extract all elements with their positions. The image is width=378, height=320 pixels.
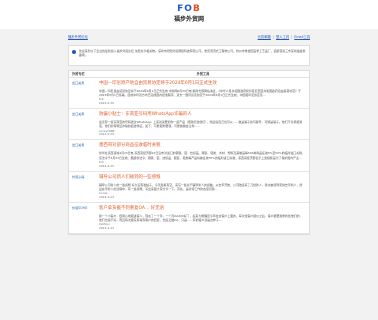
post-date: 2024-4-30 — [99, 101, 114, 106]
post-body: 辅导公司新人们碰到的一些感慨 辅导公司新人的一些感慨 好久没有发帖子，今天趁着有… — [97, 172, 309, 202]
table-row: 外贸心得 辅导公司新人们碰到的一些感慨 辅导公司新人的一些感慨 好久没有发帖子，… — [69, 172, 309, 203]
post-body: 中国—印尼原产地自由贸易协定将于2024年6月1日正式生效 中国—印尼自由贸易协… — [97, 78, 309, 108]
site-header: FOB 福步外贸网 — [0, 0, 378, 29]
email-tool-link[interactable]: Email工具 — [294, 35, 310, 39]
post-title[interactable]: 中国—印尼原产地自由贸易协定将于2024年6月1日正式生效 — [99, 81, 305, 87]
mailbox-link[interactable]: 元初邮箱 — [258, 35, 271, 39]
posts-table: 外贸专栏 外贸工具 出口关务 中国—印尼原产地自由贸易协定将于2024年6月1日… — [68, 70, 310, 235]
table-row: 外贸SOHO 客户拿货截不到重复OA… 好无语 我一个小客户，很用心地跟进客人，… — [69, 203, 309, 234]
login-tool-link[interactable]: 登入工具 — [276, 35, 289, 39]
post-body: 墨西哥对部分商品征收临时关税 新华社墨西哥城4月23日电 墨西哥经济部22日宣布… — [97, 140, 309, 170]
post-date: 2024-4-24 — [99, 194, 114, 199]
table-header: 外贸专栏 外贸工具 — [69, 71, 309, 78]
post-summary: 中国—印尼自由贸易协定将于2024年6月1日正式生效 中新网6月29日电 据商务… — [99, 88, 301, 98]
post-summary: 最近有一些东南亚的号码通过WhatsApp, 上来就说要和你一起产品（把钱打给他… — [99, 120, 303, 129]
tool-links: 元初邮箱 | 登入工具 | Email工具 — [257, 35, 310, 40]
post-date: 2024-4-23 — [99, 226, 114, 231]
post-category[interactable]: 出口关务 — [69, 109, 97, 139]
post-date: 2024-5-29 — [99, 132, 114, 137]
site-title: 福步外贸网 — [173, 15, 204, 23]
info-icon — [72, 50, 76, 54]
post-title[interactable]: 防骗小贴士：东南亚号码用WhatsApp诈骗的人 — [99, 112, 305, 118]
main-container: 福步外贸论坛 元初邮箱 | 登入工具 | Email工具 欢迎来到以下企业的最新加入… — [68, 34, 310, 235]
table-row: 出口关务 中国—印尼原产地自由贸易协定将于2024年6月1日正式生效 中国—印尼… — [69, 78, 309, 110]
post-body: 防骗小贴士：东南亚号码用WhatsApp诈骗的人 最近有一些东南亚的号码通过Wh… — [97, 109, 309, 139]
post-category[interactable]: 出口关务 — [69, 140, 97, 170]
column-details: 外贸工具 — [196, 71, 210, 76]
post-summary: 辅导公司新人的一些感慨 好久没有发帖子，今天趁着有空，来写一些关于辅导新人的感触… — [99, 182, 303, 191]
post-summary: 新华社墨西哥城4月23日电 墨西哥经济部22日宣布对进口的钢铁、铝、纺织品、服装… — [99, 151, 305, 160]
post-title[interactable]: 客户拿货截不到重复OA… 好无语 — [99, 206, 305, 212]
top-nav: 福步外贸论坛 元初邮箱 | 登入工具 | Email工具 — [68, 34, 310, 41]
post-category[interactable]: 外贸SOHO — [69, 203, 97, 233]
table-row: 出口关务 防骗小贴士：东南亚号码用WhatsApp诈骗的人 最近有一些东南亚的号… — [69, 109, 309, 141]
notice-text: 欢迎来到以下企业的最新加入福步外贸论坛 免费共享相关物。深圳市阅知外贸网络科技有… — [79, 49, 306, 58]
post-summary: 我一个小客户，很用心地跟进客人，现在了一个月，一个月OA200好了，后来大概确定… — [99, 213, 303, 222]
fob-logo[interactable]: FOB — [177, 4, 201, 14]
post-date: 2024-4-25 — [99, 163, 114, 168]
post-title[interactable]: 墨西哥对部分商品征收临时关税 — [99, 143, 305, 149]
post-body: 客户拿货截不到重复OA… 好无语 我一个小客户，很用心地跟进客人，现在了一个月，… — [97, 203, 309, 233]
post-title[interactable]: 辅导公司新人们碰到的一些感慨 — [99, 175, 305, 181]
welcome-notice: 欢迎来到以下企业的最新加入福步外贸论坛 免费共享相关物。深圳市阅知外贸网络科技有… — [68, 45, 310, 66]
table-row: 出口关务 墨西哥对部分商品征收临时关税 新华社墨西哥城4月23日电 墨西哥经济部… — [69, 140, 309, 172]
column-category: 外贸专栏 — [72, 71, 85, 76]
post-category[interactable]: 外贸心得 — [69, 172, 97, 202]
post-category[interactable]: 出口关务 — [69, 78, 97, 108]
forum-link[interactable]: 福步外贸论坛 — [68, 35, 88, 39]
